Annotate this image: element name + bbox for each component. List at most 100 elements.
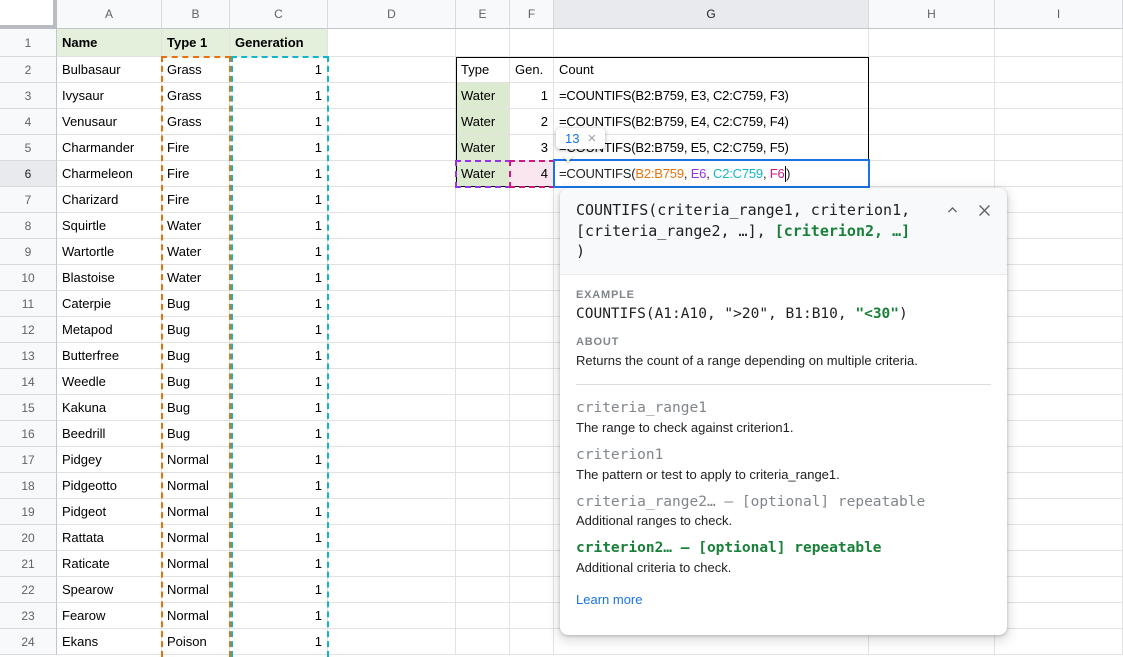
cell-e18[interactable]	[456, 473, 510, 499]
cell-f7[interactable]	[510, 187, 554, 213]
cell-d1[interactable]	[328, 29, 456, 57]
cell-a9[interactable]: Wartortle	[57, 239, 162, 265]
cell-e11[interactable]	[456, 291, 510, 317]
cell-e23[interactable]	[456, 603, 510, 629]
cell-a8[interactable]: Squirtle	[57, 213, 162, 239]
cell-d8[interactable]	[328, 213, 456, 239]
cell-a18[interactable]: Pidgeotto	[57, 473, 162, 499]
cell-h2[interactable]	[869, 57, 995, 83]
cell-b21[interactable]: Normal	[162, 551, 230, 577]
cell-a14[interactable]: Weedle	[57, 369, 162, 395]
cell-b6[interactable]: Fire	[162, 161, 230, 187]
cell-e15[interactable]	[456, 395, 510, 421]
cell-d10[interactable]	[328, 265, 456, 291]
cell-i10[interactable]	[995, 265, 1123, 291]
row-header-19[interactable]: 19	[0, 499, 57, 525]
cell-b12[interactable]: Bug	[162, 317, 230, 343]
cell-a16[interactable]: Beedrill	[57, 421, 162, 447]
cell-c7[interactable]: 1	[230, 187, 328, 213]
row-header-23[interactable]: 23	[0, 603, 57, 629]
row-header-24[interactable]: 24	[0, 629, 57, 655]
cell-d2[interactable]	[328, 57, 456, 83]
cell-b5[interactable]: Fire	[162, 135, 230, 161]
row-header-21[interactable]: 21	[0, 551, 57, 577]
cell-a20[interactable]: Rattata	[57, 525, 162, 551]
cell-b19[interactable]: Normal	[162, 499, 230, 525]
column-header-e[interactable]: E	[456, 0, 510, 29]
cell-i15[interactable]	[995, 395, 1123, 421]
cell-d3[interactable]	[328, 83, 456, 109]
cell-b14[interactable]: Bug	[162, 369, 230, 395]
cell-f13[interactable]	[510, 343, 554, 369]
cell-a2[interactable]: Bulbasaur	[57, 57, 162, 83]
cell-b4[interactable]: Grass	[162, 109, 230, 135]
cell-d6[interactable]	[328, 161, 456, 187]
row-header-6[interactable]: 6	[0, 161, 57, 187]
cell-a4[interactable]: Venusaur	[57, 109, 162, 135]
cell-i13[interactable]	[995, 343, 1123, 369]
cell-i7[interactable]	[995, 187, 1123, 213]
cell-b24[interactable]: Poison	[162, 629, 230, 655]
row-header-7[interactable]: 7	[0, 187, 57, 213]
cell-f5[interactable]: 3	[510, 135, 554, 161]
cell-d17[interactable]	[328, 447, 456, 473]
cell-i21[interactable]	[995, 551, 1123, 577]
cell-c2[interactable]: 1	[230, 57, 328, 83]
row-header-8[interactable]: 8	[0, 213, 57, 239]
cell-e8[interactable]	[456, 213, 510, 239]
cell-e3[interactable]: Water	[456, 83, 510, 109]
column-header-h[interactable]: H	[869, 0, 995, 29]
cell-a22[interactable]: Spearow	[57, 577, 162, 603]
cell-f21[interactable]	[510, 551, 554, 577]
cell-d24[interactable]	[328, 629, 456, 655]
row-header-4[interactable]: 4	[0, 109, 57, 135]
row-header-1[interactable]: 1	[0, 29, 57, 57]
cell-c24[interactable]: 1	[230, 629, 328, 655]
cell-i20[interactable]	[995, 525, 1123, 551]
cell-i24[interactable]	[995, 629, 1123, 655]
cell-f19[interactable]	[510, 499, 554, 525]
cell-i5[interactable]	[995, 135, 1123, 161]
cell-i11[interactable]	[995, 291, 1123, 317]
cell-i14[interactable]	[995, 369, 1123, 395]
cell-a12[interactable]: Metapod	[57, 317, 162, 343]
cell-c17[interactable]: 1	[230, 447, 328, 473]
cell-a7[interactable]: Charizard	[57, 187, 162, 213]
column-header-i[interactable]: I	[995, 0, 1123, 29]
cell-b18[interactable]: Normal	[162, 473, 230, 499]
cell-d7[interactable]	[328, 187, 456, 213]
cell-a1[interactable]: Name	[57, 29, 162, 57]
cell-a23[interactable]: Fearow	[57, 603, 162, 629]
row-header-2[interactable]: 2	[0, 57, 57, 83]
cell-f4[interactable]: 2	[510, 109, 554, 135]
cell-e6[interactable]: Water	[456, 161, 510, 187]
cell-c13[interactable]: 1	[230, 343, 328, 369]
close-icon[interactable]	[976, 202, 993, 219]
cell-c16[interactable]: 1	[230, 421, 328, 447]
cell-g3[interactable]: =COUNTIFS(B2:B759, E3, C2:C759, F3)	[554, 83, 869, 109]
cell-i12[interactable]	[995, 317, 1123, 343]
cell-g2[interactable]: Count	[554, 57, 869, 83]
cell-i1[interactable]	[995, 29, 1123, 57]
cell-a13[interactable]: Butterfree	[57, 343, 162, 369]
cell-i17[interactable]	[995, 447, 1123, 473]
row-header-16[interactable]: 16	[0, 421, 57, 447]
row-header-9[interactable]: 9	[0, 239, 57, 265]
cell-e4[interactable]: Water	[456, 109, 510, 135]
cell-e19[interactable]	[456, 499, 510, 525]
row-header-17[interactable]: 17	[0, 447, 57, 473]
cell-c8[interactable]: 1	[230, 213, 328, 239]
cell-d23[interactable]	[328, 603, 456, 629]
row-header-20[interactable]: 20	[0, 525, 57, 551]
cell-c21[interactable]: 1	[230, 551, 328, 577]
cell-c3[interactable]: 1	[230, 83, 328, 109]
cell-e17[interactable]	[456, 447, 510, 473]
cell-f3[interactable]: 1	[510, 83, 554, 109]
cell-a10[interactable]: Blastoise	[57, 265, 162, 291]
cell-d19[interactable]	[328, 499, 456, 525]
cell-h1[interactable]	[869, 29, 995, 57]
select-all-corner[interactable]	[0, 0, 57, 29]
cell-b1[interactable]: Type 1	[162, 29, 230, 57]
cell-f20[interactable]	[510, 525, 554, 551]
cell-d22[interactable]	[328, 577, 456, 603]
